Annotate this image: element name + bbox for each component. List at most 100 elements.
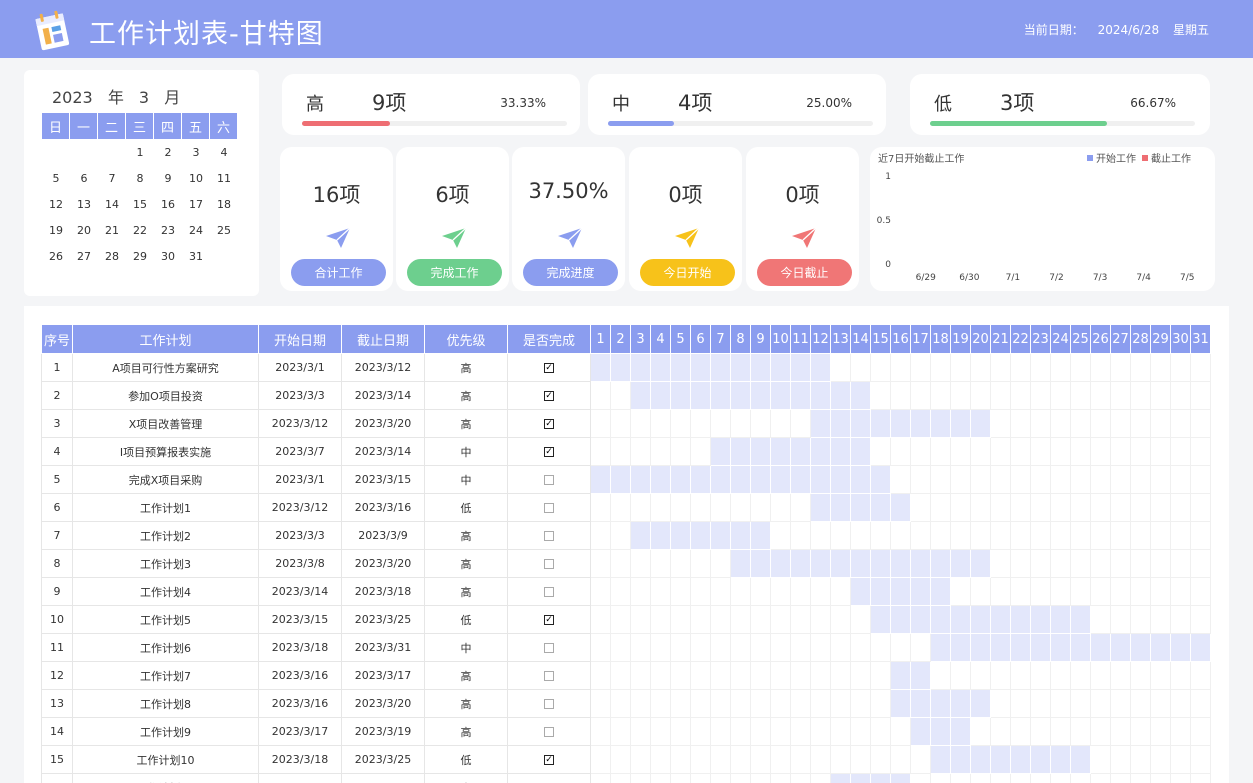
table-row[interactable]: 8 工作计划3 2023/3/8 2023/3/20 高 — [41, 549, 1211, 578]
unchecked-checkbox[interactable] — [544, 559, 554, 569]
stat-button[interactable]: 完成进度 — [523, 259, 618, 286]
calendar-day[interactable]: 31 — [182, 243, 210, 269]
calendar-day[interactable]: 8 — [126, 165, 154, 191]
checked-checkbox[interactable]: ✓ — [544, 419, 554, 429]
unchecked-checkbox[interactable] — [544, 699, 554, 709]
unchecked-checkbox[interactable] — [544, 587, 554, 597]
column-header[interactable]: 是否完成 — [507, 324, 591, 354]
checked-checkbox[interactable]: ✓ — [544, 363, 554, 373]
table-row[interactable]: 14 工作计划9 2023/3/17 2023/3/19 高 — [41, 717, 1211, 746]
calendar-day[interactable]: 10 — [182, 165, 210, 191]
stat-button[interactable]: 完成工作 — [407, 259, 502, 286]
gantt-bar-cell — [1030, 745, 1051, 774]
calendar-day[interactable]: 5 — [42, 165, 70, 191]
calendar-day[interactable]: 14 — [98, 191, 126, 217]
calendar-day[interactable]: 7 — [98, 165, 126, 191]
gantt-cell — [1190, 549, 1211, 578]
table-row[interactable]: 12 工作计划7 2023/3/16 2023/3/17 高 — [41, 661, 1211, 690]
table-row[interactable]: 1 A项目可行性方案研究 2023/3/1 2023/3/12 高 ✓ — [41, 353, 1211, 382]
calendar-day[interactable]: 11 — [210, 165, 238, 191]
table-row[interactable]: 2 参加O项目投资 2023/3/3 2023/3/14 高 ✓ — [41, 381, 1211, 410]
calendar-day[interactable]: 20 — [70, 217, 98, 243]
calendar-day[interactable]: 26 — [42, 243, 70, 269]
table-row[interactable]: 15 工作计划10 2023/3/18 2023/3/25 低 ✓ — [41, 745, 1211, 774]
unchecked-checkbox[interactable] — [544, 503, 554, 513]
end-date: 2023/3/17 — [341, 661, 425, 690]
stat-button[interactable]: 今日截止 — [757, 259, 852, 286]
calendar-day[interactable]: 24 — [182, 217, 210, 243]
gantt-bar-cell — [850, 409, 871, 438]
stat-button[interactable]: 合计工作 — [291, 259, 386, 286]
calendar-day[interactable] — [210, 243, 238, 269]
checked-checkbox[interactable]: ✓ — [544, 447, 554, 457]
row-number: 15 — [41, 745, 73, 774]
calendar-day[interactable] — [98, 139, 126, 165]
table-row[interactable]: 16工作计划112023/3/132023/3/16中 — [41, 773, 1211, 783]
calendar-day[interactable]: 9 — [154, 165, 182, 191]
calendar-day[interactable] — [70, 139, 98, 165]
calendar-day[interactable]: 22 — [126, 217, 154, 243]
checked-checkbox[interactable]: ✓ — [544, 615, 554, 625]
calendar-day[interactable]: 19 — [42, 217, 70, 243]
gantt-cell — [1190, 521, 1211, 550]
column-header[interactable]: 截止日期 — [341, 324, 425, 354]
gantt-cell — [790, 633, 811, 662]
gantt-cell — [1110, 409, 1131, 438]
calendar-day[interactable]: 16 — [154, 191, 182, 217]
table-row[interactable]: 6 工作计划1 2023/3/12 2023/3/16 低 — [41, 493, 1211, 522]
gantt-cell — [810, 633, 831, 662]
calendar-day[interactable]: 2 — [154, 139, 182, 165]
stat-card: 0项 今日开始 — [629, 147, 742, 291]
done-cell: ✓ — [507, 381, 591, 410]
unchecked-checkbox[interactable] — [544, 727, 554, 737]
table-row[interactable]: 7 工作计划2 2023/3/3 2023/3/9 高 — [41, 521, 1211, 550]
calendar-day[interactable]: 27 — [70, 243, 98, 269]
calendar-day[interactable]: 25 — [210, 217, 238, 243]
calendar-day[interactable]: 17 — [182, 191, 210, 217]
stat-button[interactable]: 今日开始 — [640, 259, 735, 286]
table-row[interactable]: 9 工作计划4 2023/3/14 2023/3/18 高 — [41, 577, 1211, 606]
calendar-day[interactable]: 1 — [126, 139, 154, 165]
calendar-day[interactable]: 30 — [154, 243, 182, 269]
calendar-day[interactable]: 15 — [126, 191, 154, 217]
calendar-day[interactable]: 18 — [210, 191, 238, 217]
checked-checkbox[interactable]: ✓ — [544, 391, 554, 401]
table-row[interactable]: 4 I项目预算报表实施 2023/3/7 2023/3/14 中 ✓ — [41, 437, 1211, 466]
table-row[interactable]: 11 工作计划6 2023/3/18 2023/3/31 中 — [41, 633, 1211, 662]
gantt-cell — [710, 493, 731, 522]
table-row[interactable]: 3 X项目改善管理 2023/3/12 2023/3/20 高 ✓ — [41, 409, 1211, 438]
unchecked-checkbox[interactable] — [544, 643, 554, 653]
row-number: 9 — [41, 577, 73, 606]
unchecked-checkbox[interactable] — [544, 531, 554, 541]
calendar-day[interactable]: 23 — [154, 217, 182, 243]
column-header[interactable]: 优先级 — [424, 324, 508, 354]
gantt-cell — [910, 521, 931, 550]
gantt-cell — [750, 605, 771, 634]
checked-checkbox[interactable]: ✓ — [544, 755, 554, 765]
column-header[interactable]: 序号 — [41, 324, 73, 354]
calendar-day[interactable]: 28 — [98, 243, 126, 269]
calendar-day[interactable]: 12 — [42, 191, 70, 217]
calendar-day[interactable]: 3 — [182, 139, 210, 165]
gantt-bar-cell — [770, 437, 791, 466]
gantt-cell — [1170, 745, 1191, 774]
table-row[interactable]: 10 工作计划5 2023/3/15 2023/3/25 低 ✓ — [41, 605, 1211, 634]
row-number: 3 — [41, 409, 73, 438]
month-calendar: 2023 年 3 月 日一二三四五六 1 2 3 4 5 6 7 8 9 10 11 12 13 14 15 1… — [24, 70, 259, 296]
gantt-cell — [670, 633, 691, 662]
column-header[interactable]: 工作计划 — [72, 324, 259, 354]
calendar-day[interactable]: 21 — [98, 217, 126, 243]
calendar-day[interactable]: 6 — [70, 165, 98, 191]
column-header[interactable]: 开始日期 — [258, 324, 342, 354]
calendar-day[interactable]: 4 — [210, 139, 238, 165]
table-row[interactable]: 5 完成X项目采购 2023/3/1 2023/3/15 中 — [41, 465, 1211, 494]
recent-7-days-chart: 近7日开始截止工作 开始工作 截止工作 1 0.5 0 6/29 6/30 7/1 7/2 7/3 7… — [870, 147, 1215, 291]
calendar-day[interactable]: 13 — [70, 191, 98, 217]
unchecked-checkbox[interactable] — [544, 671, 554, 681]
day-header: 8 — [730, 324, 751, 354]
table-row[interactable]: 13 工作计划8 2023/3/16 2023/3/20 高 — [41, 689, 1211, 718]
unchecked-checkbox[interactable] — [544, 475, 554, 485]
calendar-day[interactable]: 29 — [126, 243, 154, 269]
gantt-cell — [790, 577, 811, 606]
calendar-day[interactable] — [42, 139, 70, 165]
